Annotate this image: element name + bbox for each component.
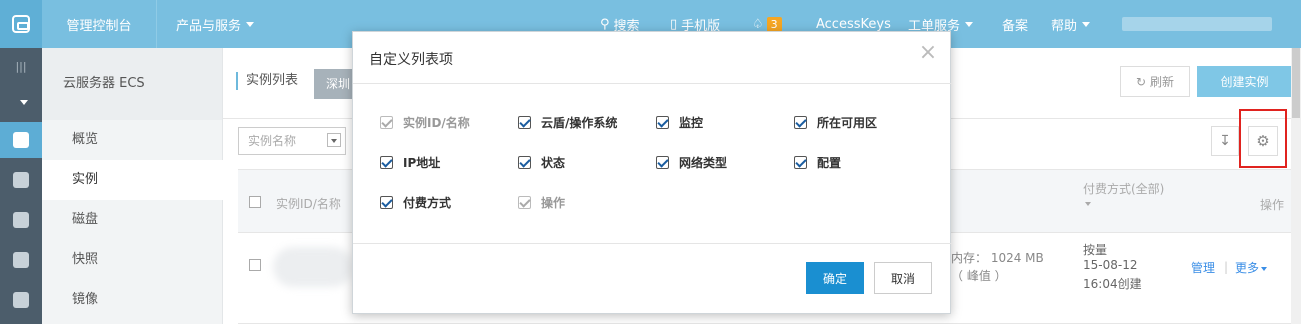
column-header-id: 实例ID/名称 [276, 197, 341, 211]
create-instance-button[interactable]: 创建实例 [1197, 66, 1292, 97]
shield-icon [13, 172, 29, 188]
refresh-button[interactable]: ↻ 刷新 [1120, 66, 1190, 97]
manage-link[interactable]: 管理 [1191, 259, 1215, 276]
option-zone[interactable]: 所在可用区 [794, 114, 877, 131]
chevron-down-icon [246, 21, 254, 27]
column-header-pay[interactable]: 付费方式(全部) [1083, 180, 1164, 197]
option-pay-type[interactable]: 付费方式 [380, 194, 451, 211]
refresh-icon: ↻ [1135, 74, 1147, 89]
divider [353, 83, 952, 84]
customize-columns-dialog: 自定义列表项 × 实例ID/名称 云盾/操作系统 监控 所在可用区 IP地址 状… [352, 31, 952, 314]
link-divider: | [1224, 260, 1229, 274]
aliyun-logo-icon[interactable] [0, 0, 42, 48]
dialog-title: 自定义列表项 [369, 52, 453, 68]
chevron-down-icon [19, 99, 28, 105]
chevron-down-icon [327, 133, 341, 147]
export-button[interactable]: ↧ [1211, 126, 1239, 156]
row-checkbox[interactable] [249, 259, 261, 271]
products-label: 产品与服务 [175, 18, 241, 34]
created-date: 15-08-12 [1083, 258, 1138, 272]
region-tab[interactable]: 深圳 [314, 69, 354, 99]
search-field-select[interactable]: 实例名称 [238, 127, 346, 155]
sidebar-item-disks[interactable]: 磁盘 [42, 200, 223, 240]
chevron-down-icon [1082, 21, 1091, 27]
help-menu[interactable]: 帮助 [1051, 0, 1091, 48]
network-icon [13, 212, 29, 228]
collapse-handle[interactable]: ||| [0, 48, 42, 84]
console-link[interactable]: 管理控制台 [42, 0, 157, 48]
checkbox-checked[interactable] [518, 156, 531, 169]
option-monitor[interactable]: 监控 [656, 114, 703, 131]
page-title: 实例列表 [236, 72, 298, 90]
checkbox-checked[interactable] [656, 116, 669, 129]
user-account[interactable] [1122, 0, 1272, 48]
server-icon [13, 132, 29, 148]
checkbox-checked[interactable] [794, 156, 807, 169]
checkbox-checked[interactable] [518, 116, 531, 129]
ecs-sidebar: 云服务器 ECS 概览 实例 磁盘 快照 镜像 [42, 48, 223, 324]
instance-name-blurred [273, 247, 353, 287]
account-name-blurred [1122, 17, 1272, 31]
memory-peak: （ 峰值 ） [951, 269, 1007, 283]
download-icon: ↧ [1219, 133, 1231, 149]
search-icon: ⚲ [600, 16, 610, 32]
checkbox-checked[interactable] [380, 156, 393, 169]
rail-item-cloud[interactable] [0, 242, 42, 278]
cloud-icon [13, 252, 29, 268]
sidebar-item-instances[interactable]: 实例 [42, 160, 223, 200]
notification-badge: 3 [766, 16, 782, 32]
option-network-type[interactable]: 网络类型 [656, 154, 727, 171]
option-instance-id[interactable]: 实例ID/名称 [380, 114, 470, 131]
checkbox-checked-disabled[interactable] [380, 116, 393, 129]
sidebar-title: 云服务器 ECS [42, 48, 222, 120]
rail-item-ecs[interactable] [0, 122, 42, 158]
phone-icon: ▯ [670, 16, 678, 32]
select-all-checkbox[interactable] [249, 196, 261, 208]
confirm-button[interactable]: 确定 [806, 262, 864, 294]
rail-dropdown[interactable] [0, 84, 42, 120]
sidebar-item-snapshots[interactable]: 快照 [42, 240, 223, 280]
scrollbar-thumb[interactable] [1292, 48, 1300, 118]
option-ip-address[interactable]: IP地址 [380, 154, 440, 171]
beian-link[interactable]: 备案 [1002, 0, 1028, 48]
chevron-down-icon [1261, 266, 1268, 271]
checkbox-checked[interactable] [380, 196, 393, 209]
sidebar-item-overview[interactable]: 概览 [42, 120, 223, 160]
cancel-button[interactable]: 取消 [874, 262, 932, 294]
products-menu[interactable]: 产品与服务 [160, 0, 270, 48]
checkbox-checked[interactable] [656, 156, 669, 169]
rail-item-security[interactable] [0, 162, 42, 198]
created-time: 16:04创建 [1083, 277, 1142, 291]
chevron-down-icon[interactable] [1085, 202, 1091, 206]
memory-value: 内存： 1024 MB [951, 251, 1044, 265]
icon-rail: ||| [0, 48, 42, 324]
highlight-box [1239, 109, 1287, 168]
option-security-os[interactable]: 云盾/操作系统 [518, 114, 617, 131]
sidebar-item-images[interactable]: 镜像 [42, 280, 223, 320]
option-operations[interactable]: 操作 [518, 194, 565, 211]
rail-item-tools[interactable] [0, 282, 42, 318]
close-icon[interactable]: × [918, 42, 938, 64]
checkbox-checked-disabled[interactable] [518, 196, 531, 209]
page-scrollbar[interactable] [1291, 48, 1301, 324]
bell-icon: ♤ [752, 16, 764, 32]
option-status[interactable]: 状态 [518, 154, 565, 171]
checkbox-checked[interactable] [794, 116, 807, 129]
more-menu[interactable]: 更多 [1235, 259, 1268, 276]
option-config[interactable]: 配置 [794, 154, 841, 171]
grip-icon: ||| [15, 59, 27, 73]
divider [353, 243, 952, 244]
pay-type: 按量 [1083, 243, 1108, 257]
tools-icon [13, 292, 29, 308]
column-header-op: 操作 [1260, 198, 1285, 212]
chevron-down-icon [965, 21, 974, 27]
rail-item-network[interactable] [0, 202, 42, 238]
